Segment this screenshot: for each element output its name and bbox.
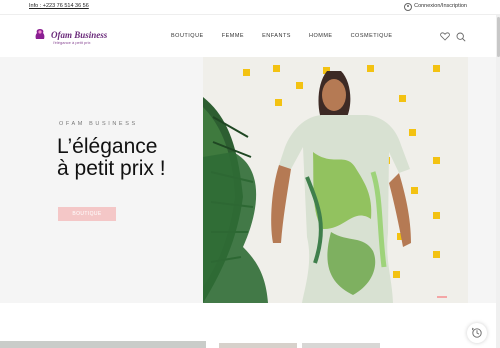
yellow-square [367,65,374,72]
hero-kicker: OFAM BUSINESS [59,121,138,127]
yellow-square [275,99,282,106]
scrollbar-thumb[interactable] [496,17,500,57]
yellow-square [243,69,250,76]
nav-cosmetique[interactable]: COSMETIQUE [351,33,393,39]
heart-icon[interactable] [440,32,450,41]
main-header: Ofam Business l'élégance à petit prix BO… [0,15,500,57]
brand-name[interactable]: Ofam Business [51,30,107,40]
nav-enfants[interactable]: ENFANTS [262,33,291,39]
yellow-square [433,65,440,72]
shop-button[interactable]: BOUTIQUE [58,207,116,221]
hero-headline-line-1: L’élégance [57,135,158,158]
top-bar: Info : +223 76 514 36 56 Connexion/Inscr… [0,0,500,15]
hero-illustration [203,57,468,303]
contact-info[interactable]: Info : +223 76 514 36 56 [29,3,89,9]
login-link[interactable]: Connexion/Inscription [414,3,467,9]
yellow-square [399,95,406,102]
product-preview-strip [0,303,500,348]
history-button[interactable] [467,323,487,343]
product-thumb[interactable] [302,343,380,348]
yellow-square [433,212,440,219]
slider-indicator[interactable] [437,296,447,298]
page-scrollbar[interactable] [496,15,500,348]
product-thumb[interactable] [390,343,470,348]
yellow-square [273,65,280,72]
search-icon[interactable] [456,32,466,42]
logo-icon[interactable] [33,28,47,42]
hero-banner: OFAM BUSINESS L’élégance à petit prix ! … [0,57,500,303]
yellow-square [433,157,440,164]
yellow-square [296,82,303,89]
hero-headline-line-2: à petit prix ! [57,157,166,180]
brand-tagline: l'élégance à petit prix [53,40,91,45]
nav-homme[interactable]: HOMME [309,33,333,39]
yellow-square [409,129,416,136]
main-nav: BOUTIQUE FEMME ENFANTS HOMME COSMETIQUE [171,33,393,39]
yellow-square [433,251,440,258]
yellow-square [393,271,400,278]
nav-femme[interactable]: FEMME [222,33,244,39]
history-icon [472,327,482,338]
yellow-square [411,187,418,194]
hero-image [203,57,468,303]
hero-headline: L’élégance à petit prix ! [57,136,166,180]
product-thumb[interactable] [219,343,297,348]
user-icon[interactable] [404,3,412,11]
nav-boutique[interactable]: BOUTIQUE [171,33,204,39]
product-thumb[interactable] [0,341,206,348]
